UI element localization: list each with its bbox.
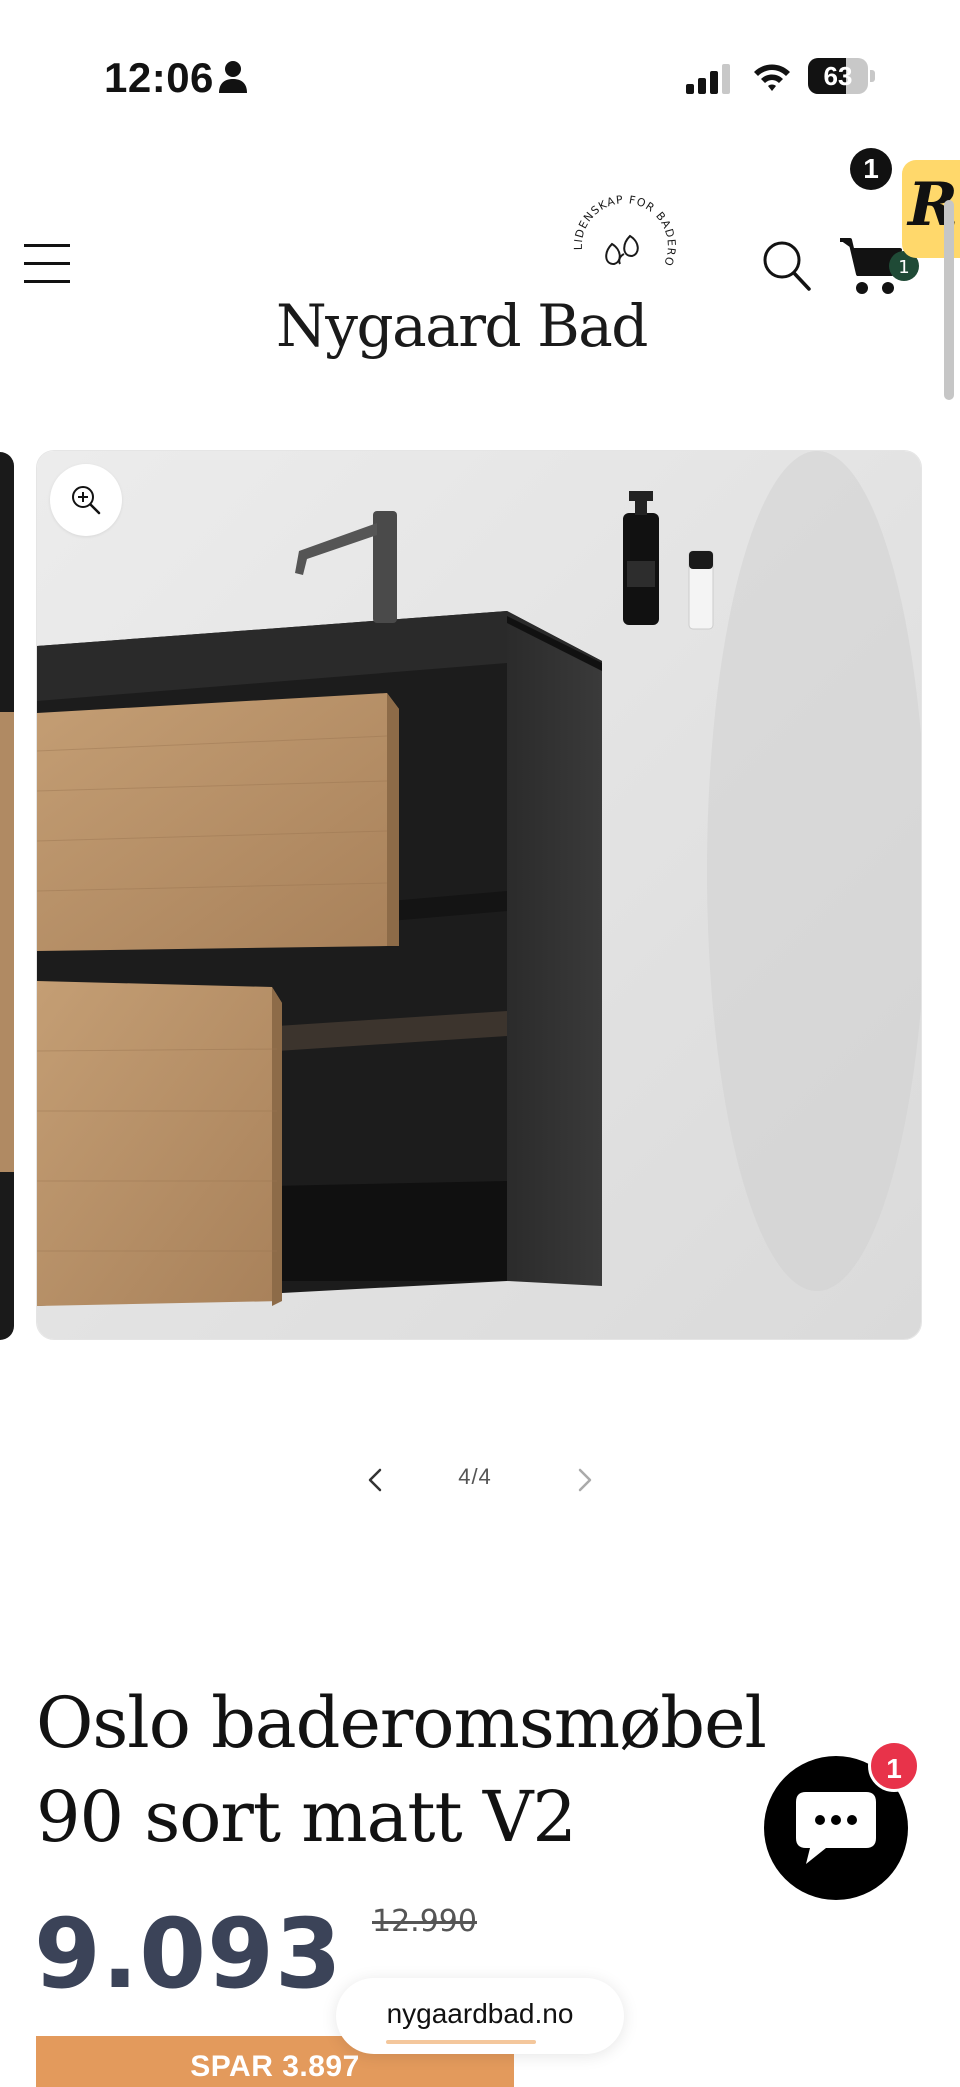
status-time: 12:06 bbox=[104, 54, 214, 101]
vanity-photo bbox=[37, 451, 921, 1339]
logo-badge: LIDENSKAP FOR BADEROM bbox=[560, 180, 677, 268]
browser-url: nygaardbad.no bbox=[386, 1998, 574, 2029]
chat-icon bbox=[796, 1792, 876, 1864]
person-icon bbox=[219, 61, 247, 93]
original-price: 12.990 bbox=[372, 1904, 477, 1939]
zoom-button[interactable] bbox=[50, 464, 122, 536]
signal-icon bbox=[686, 64, 730, 94]
battery-indicator: 63 bbox=[808, 58, 875, 94]
page-load-progress bbox=[386, 2040, 536, 2044]
savings-label: SPAR 3.897 bbox=[190, 2050, 360, 2083]
zoom-icon bbox=[72, 486, 101, 515]
product-title: Oslo baderomsmøbel 90 sort matt V2 bbox=[36, 1682, 767, 1858]
site-logo[interactable]: Nygaard Bad LIDENSKAP FOR BADEROM bbox=[270, 180, 700, 360]
slide-counter: 4/4 bbox=[458, 1464, 492, 1489]
scrollbar[interactable] bbox=[944, 200, 954, 400]
previous-slide-peek[interactable] bbox=[0, 452, 14, 1340]
slider-pagination: 4/4 bbox=[0, 1450, 960, 1510]
site-header: Nygaard Bad LIDENSKAP FOR BADEROM 1 bbox=[0, 150, 960, 380]
browser-url-bar[interactable]: nygaardbad.no bbox=[336, 1978, 624, 2054]
wifi-icon bbox=[754, 64, 790, 91]
reviews-badge-count: 1 bbox=[850, 148, 892, 190]
chat-unread-badge: 1 bbox=[868, 1740, 920, 1792]
battery-percent: 63 bbox=[823, 61, 853, 91]
sale-price: 9.093 bbox=[34, 1898, 343, 2010]
status-bar: 12:06 63 bbox=[0, 0, 960, 150]
chevron-left-icon[interactable] bbox=[356, 1460, 396, 1500]
chevron-right-icon[interactable] bbox=[564, 1460, 604, 1500]
menu-icon[interactable] bbox=[24, 242, 72, 286]
cart-count: 1 bbox=[898, 257, 909, 278]
product-image[interactable] bbox=[36, 450, 922, 1340]
search-icon[interactable] bbox=[762, 240, 812, 292]
